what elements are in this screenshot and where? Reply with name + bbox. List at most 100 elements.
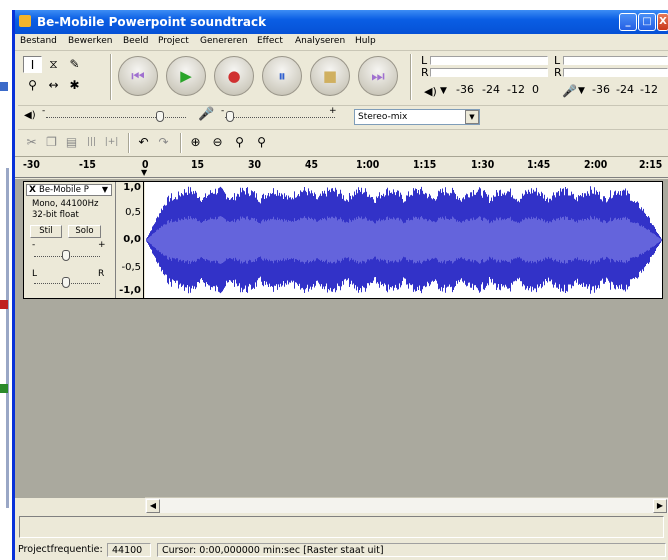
track-close-button[interactable]: X — [29, 185, 36, 195]
audacity-window: Be-Mobile Powerpoint soundtrack _ □ X Be… — [12, 10, 668, 560]
menu-effect[interactable]: Effect — [257, 36, 283, 46]
rec-meter-tick: -36 — [592, 83, 610, 96]
play-head-marker-icon: ▼ — [141, 168, 148, 177]
horizontal-scrollbar[interactable]: ◀ ▶ — [145, 497, 668, 513]
minimize-button[interactable]: _ — [619, 13, 637, 31]
audio-track[interactable]: X Be-Mobile P ▼ Mono, 44100Hz 32-bit flo… — [23, 181, 663, 299]
output-volume-slider[interactable] — [46, 117, 186, 118]
scale-label: -1,0 — [119, 285, 141, 296]
track-control-panel: X Be-Mobile P ▼ Mono, 44100Hz 32-bit flo… — [24, 182, 116, 298]
gain-plus-label: + — [98, 240, 106, 250]
multi-tool-icon[interactable]: ✱ — [65, 77, 84, 94]
undo-icon[interactable]: ↶ — [134, 134, 153, 151]
project-rate-value: 44100 — [112, 545, 143, 556]
zoom-in-icon[interactable]: ⊕ — [186, 134, 205, 151]
play-meter-menu-icon[interactable]: ▼ — [440, 86, 447, 96]
paste-icon[interactable]: ▤ — [62, 134, 81, 151]
chevron-down-icon[interactable]: ▼ — [465, 110, 479, 124]
track-name-bar[interactable]: X Be-Mobile P ▼ — [26, 184, 112, 196]
gain-minus-label: - — [32, 240, 36, 250]
pan-slider-thumb[interactable] — [62, 277, 70, 288]
scale-label: -0,5 — [121, 262, 141, 273]
menu-project[interactable]: Project — [158, 36, 189, 46]
solo-button[interactable]: Solo — [68, 225, 101, 238]
app-icon — [19, 15, 31, 27]
rec-meter-left-bar — [563, 56, 668, 65]
menu-hulp[interactable]: Hulp — [355, 36, 376, 46]
pause-icon: ⏸ — [278, 67, 286, 85]
close-button[interactable]: X — [657, 13, 668, 31]
gain-slider-thumb[interactable] — [62, 250, 70, 261]
skip-end-button[interactable]: ⏭ — [358, 56, 398, 96]
amplitude-scale: 1,0 0,5 0,0 -0,5 -1,0 — [116, 182, 144, 298]
zoom-out-icon[interactable]: ⊖ — [208, 134, 227, 151]
menu-bewerken[interactable]: Bewerken — [68, 36, 112, 46]
rec-meter-right-bar — [563, 68, 668, 77]
project-rate-label: Projectfrequentie: — [18, 544, 103, 555]
record-button[interactable]: ● — [214, 56, 254, 96]
ruler-label: -30 — [23, 158, 40, 171]
toolbar-separator — [110, 54, 112, 100]
fit-selection-icon[interactable]: ⚲ — [230, 134, 249, 151]
input-volume-thumb[interactable] — [226, 111, 234, 122]
silence-icon[interactable]: |+| — [102, 134, 121, 151]
timeline-ruler[interactable]: -30 -15 0 15 30 45 1:00 1:15 1:30 1:45 2… — [15, 156, 668, 178]
output-minus-label: - — [42, 106, 46, 116]
input-minus-label: - — [221, 106, 225, 116]
menu-genereren[interactable]: Genereren — [200, 36, 248, 46]
redo-icon[interactable]: ↷ — [154, 134, 173, 151]
ruler-label: 45 — [305, 158, 319, 171]
selection-bar — [19, 516, 664, 538]
toolbar-separator — [128, 133, 130, 153]
mute-button[interactable]: Stil — [30, 225, 62, 238]
envelope-tool-icon[interactable]: ⧖ — [44, 56, 63, 73]
menu-analyseren[interactable]: Analyseren — [295, 36, 345, 46]
copy-icon[interactable]: ❐ — [42, 134, 61, 151]
zoom-tool-icon[interactable]: ⚲ — [23, 77, 42, 94]
fit-project-icon[interactable]: ⚲ — [252, 134, 271, 151]
rec-meter-tick: -24 — [616, 83, 634, 96]
selection-tool-icon[interactable]: I — [23, 56, 42, 73]
maximize-button[interactable]: □ — [638, 13, 656, 31]
ruler-label: 1:45 — [527, 158, 551, 171]
chevron-down-icon[interactable]: ▼ — [102, 185, 108, 194]
pan-right-label: R — [98, 269, 105, 279]
scroll-left-button[interactable]: ◀ — [146, 499, 160, 513]
desktop-strip — [6, 168, 9, 508]
ruler-label: 15 — [191, 158, 205, 171]
record-icon: ● — [227, 67, 241, 85]
input-plus-label: + — [329, 106, 337, 116]
draw-tool-icon[interactable]: ✎ — [65, 56, 84, 73]
waveform-display[interactable] — [145, 182, 662, 298]
toolbar-separator — [180, 133, 182, 153]
toolbar-separator — [410, 54, 412, 100]
mixer-toolbar: ◀) - 🎤 - + Stereo-mix ▼ — [18, 105, 668, 127]
edit-toolbar: ✂ ❐ ▤ ||| |+| ↶ ↷ ⊕ ⊖ ⚲ ⚲ — [18, 129, 668, 155]
skip-start-button[interactable]: ⏮ — [118, 56, 158, 96]
status-bar: Projectfrequentie: 44100 Cursor: 0:00,00… — [15, 540, 668, 560]
stop-button[interactable]: ■ — [310, 56, 350, 96]
timeshift-tool-icon[interactable]: ↔ — [44, 77, 63, 94]
output-volume-thumb[interactable] — [156, 111, 164, 122]
ruler-label: 1:30 — [471, 158, 495, 171]
scroll-right-button[interactable]: ▶ — [653, 499, 667, 513]
play-meter-tick: -36 — [456, 83, 474, 96]
pan-left-label: L — [32, 269, 38, 279]
rec-meter-menu-icon[interactable]: ▼ — [578, 86, 585, 96]
cut-icon[interactable]: ✂ — [22, 134, 41, 151]
input-source-value: Stereo-mix — [358, 112, 408, 122]
project-rate-field[interactable]: 44100 — [107, 543, 151, 557]
microphone-icon: 🎤 — [562, 84, 577, 98]
scale-label: 1,0 — [123, 182, 141, 193]
input-volume-slider[interactable] — [225, 117, 335, 118]
trim-icon[interactable]: ||| — [82, 134, 101, 151]
track-area[interactable]: X Be-Mobile P ▼ Mono, 44100Hz 32-bit flo… — [15, 179, 668, 498]
play-button[interactable]: ▶ — [166, 56, 206, 96]
menu-bestand[interactable]: Bestand — [20, 36, 57, 46]
title-bar[interactable]: Be-Mobile Powerpoint soundtrack _ □ X — [15, 10, 668, 34]
desktop-icon — [0, 300, 8, 309]
input-source-select[interactable]: Stereo-mix ▼ — [354, 109, 480, 125]
menu-beeld[interactable]: Beeld — [123, 36, 148, 46]
pause-button[interactable]: ⏸ — [262, 56, 302, 96]
track-name-menu[interactable]: Be-Mobile P — [39, 185, 89, 195]
